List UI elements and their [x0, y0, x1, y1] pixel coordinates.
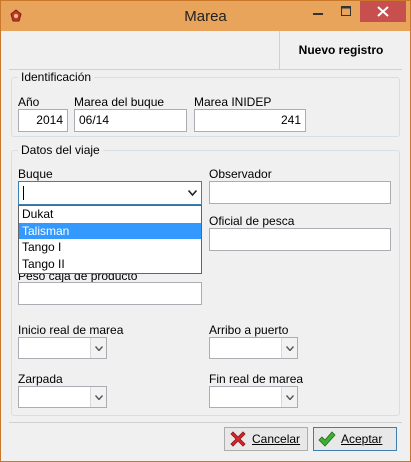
accept-button[interactable]: Aceptar	[313, 427, 397, 451]
dialog-client-area: Nuevo registro Identificación Año 2014 M…	[9, 31, 402, 455]
chevron-down-icon	[187, 190, 197, 196]
buque-option-tango-i[interactable]: Tango I	[19, 239, 201, 256]
marea-inidep-label: Marea INIDEP	[194, 95, 272, 109]
fin-marea-label: Fin real de marea	[209, 372, 304, 386]
zarpada-dropdown-button[interactable]	[90, 387, 106, 407]
marea-inidep-field[interactable]: 241	[194, 109, 306, 132]
marea-buque-field[interactable]: 06/14	[74, 109, 187, 132]
peso-caja-field[interactable]	[18, 282, 202, 305]
arribo-puerto-datepicker[interactable]	[209, 337, 298, 359]
datos-viaje-legend: Datos del viaje	[18, 143, 103, 157]
buque-dropdown-list: Dukat Talisman Tango I Tango II	[18, 205, 202, 274]
inicio-marea-datepicker[interactable]	[18, 337, 107, 359]
marea-buque-label: Marea del buque	[74, 95, 165, 109]
arribo-puerto-dropdown-button[interactable]	[281, 338, 297, 358]
chevron-down-icon	[285, 394, 294, 400]
maximize-icon	[341, 6, 351, 16]
oficial-pesca-label: Oficial de pesca	[209, 214, 295, 228]
chevron-down-icon	[94, 345, 103, 351]
accept-label: Aceptar	[341, 432, 383, 446]
inicio-marea-label: Inicio real de marea	[18, 323, 124, 337]
observador-field[interactable]	[209, 181, 391, 204]
anio-label: Año	[18, 95, 40, 109]
chevron-down-icon	[285, 345, 294, 351]
fin-marea-dropdown-button[interactable]	[281, 387, 297, 407]
zarpada-label: Zarpada	[18, 372, 63, 386]
anio-field[interactable]: 2014	[18, 109, 68, 132]
buque-option-tango-ii[interactable]: Tango II	[19, 256, 201, 273]
green-check-icon	[318, 431, 336, 447]
title-bar[interactable]: Marea	[1, 1, 410, 31]
buque-label: Buque	[18, 167, 53, 181]
close-icon	[377, 6, 389, 17]
identificacion-legend: Identificación	[18, 70, 95, 84]
buque-combobox[interactable]	[18, 181, 202, 205]
maximize-button[interactable]	[332, 1, 360, 22]
red-x-icon	[230, 431, 246, 447]
close-button[interactable]	[360, 1, 406, 22]
footer-divider	[9, 422, 402, 423]
buque-option-dukat[interactable]: Dukat	[19, 206, 201, 223]
dialog-window: Marea Nuevo registro Identificación Año …	[0, 0, 411, 462]
text-caret	[23, 186, 24, 200]
minimize-icon	[313, 13, 323, 15]
inicio-marea-dropdown-button[interactable]	[90, 338, 106, 358]
buque-dropdown-button[interactable]	[184, 183, 200, 203]
oficial-pesca-field[interactable]	[209, 228, 391, 251]
cancel-button[interactable]: Cancelar	[224, 427, 308, 451]
minimize-button[interactable]	[304, 1, 332, 22]
observador-label: Observador	[209, 167, 272, 181]
fin-marea-datepicker[interactable]	[209, 386, 298, 408]
cancel-label: Cancelar	[252, 432, 301, 446]
new-record-button[interactable]: Nuevo registro	[279, 31, 402, 69]
zarpada-datepicker[interactable]	[18, 386, 107, 408]
arribo-puerto-label: Arribo a puerto	[209, 323, 289, 337]
buque-option-talisman[interactable]: Talisman	[19, 222, 201, 239]
chevron-down-icon	[94, 394, 103, 400]
